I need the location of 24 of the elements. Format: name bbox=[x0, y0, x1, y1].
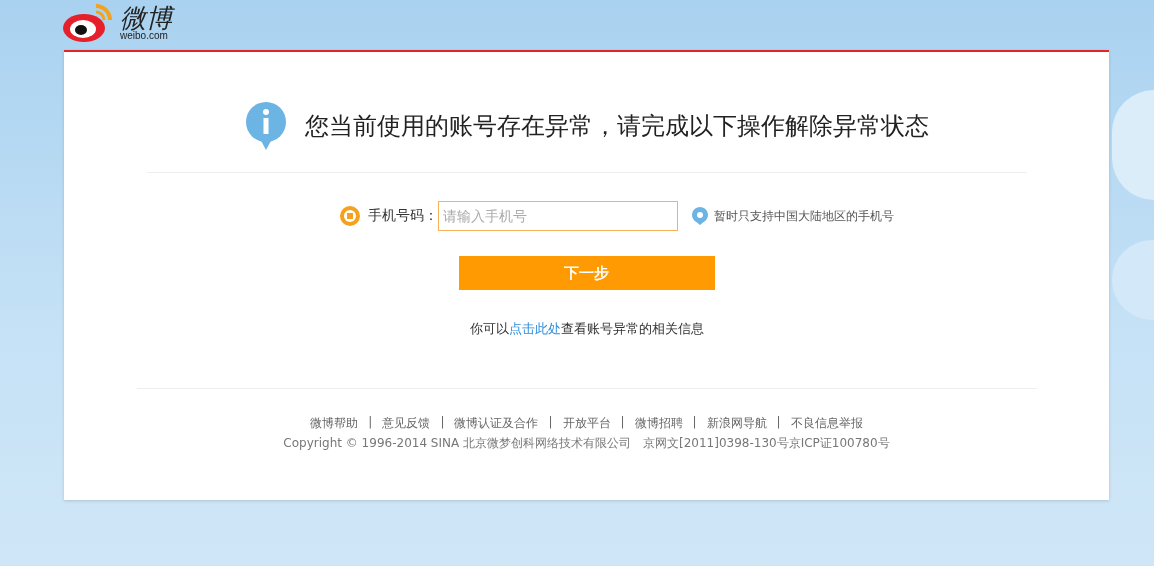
footer-link[interactable]: 微博招聘 bbox=[634, 415, 683, 432]
footer-link[interactable]: 开放平台 bbox=[562, 415, 611, 432]
footer-link[interactable]: 微博认证及合作 bbox=[454, 415, 539, 432]
footer-link[interactable]: 不良信息举报 bbox=[790, 415, 863, 432]
hint-icon bbox=[691, 207, 708, 225]
separator: | bbox=[776, 415, 781, 431]
footer-link[interactable]: 新浪网导航 bbox=[706, 415, 767, 432]
phone-input[interactable]: 请输入手机号 bbox=[437, 201, 678, 231]
separator: | bbox=[548, 415, 553, 431]
footer-link[interactable]: 意见反馈 bbox=[382, 415, 431, 432]
separator: | bbox=[368, 415, 373, 431]
warning-heading: 您当前使用的账号存在异常，请完成以下操作解除异常状态 bbox=[304, 111, 929, 142]
info-text: 你可以点击此处查看账号异常的相关信息 bbox=[469, 320, 704, 338]
info-icon bbox=[244, 101, 287, 151]
logo-domain: weibo.com bbox=[120, 31, 168, 41]
copyright-text: Copyright © 1996-2014 SINA 北京微梦创科网络技术有限公司 京网文[2011]0398-130号京ICP证100780号 bbox=[283, 435, 890, 452]
separator: | bbox=[692, 415, 697, 431]
separator: | bbox=[620, 415, 625, 431]
footer-link[interactable]: 微博帮助 bbox=[310, 415, 359, 432]
phone-field-icon bbox=[339, 206, 360, 226]
hint-text: 暂时只支持中国大陆地区的手机号 bbox=[713, 207, 894, 225]
separator: | bbox=[440, 415, 445, 431]
field-label: 手机号码： bbox=[367, 207, 438, 225]
info-link[interactable]: 点击此处 bbox=[508, 321, 561, 336]
